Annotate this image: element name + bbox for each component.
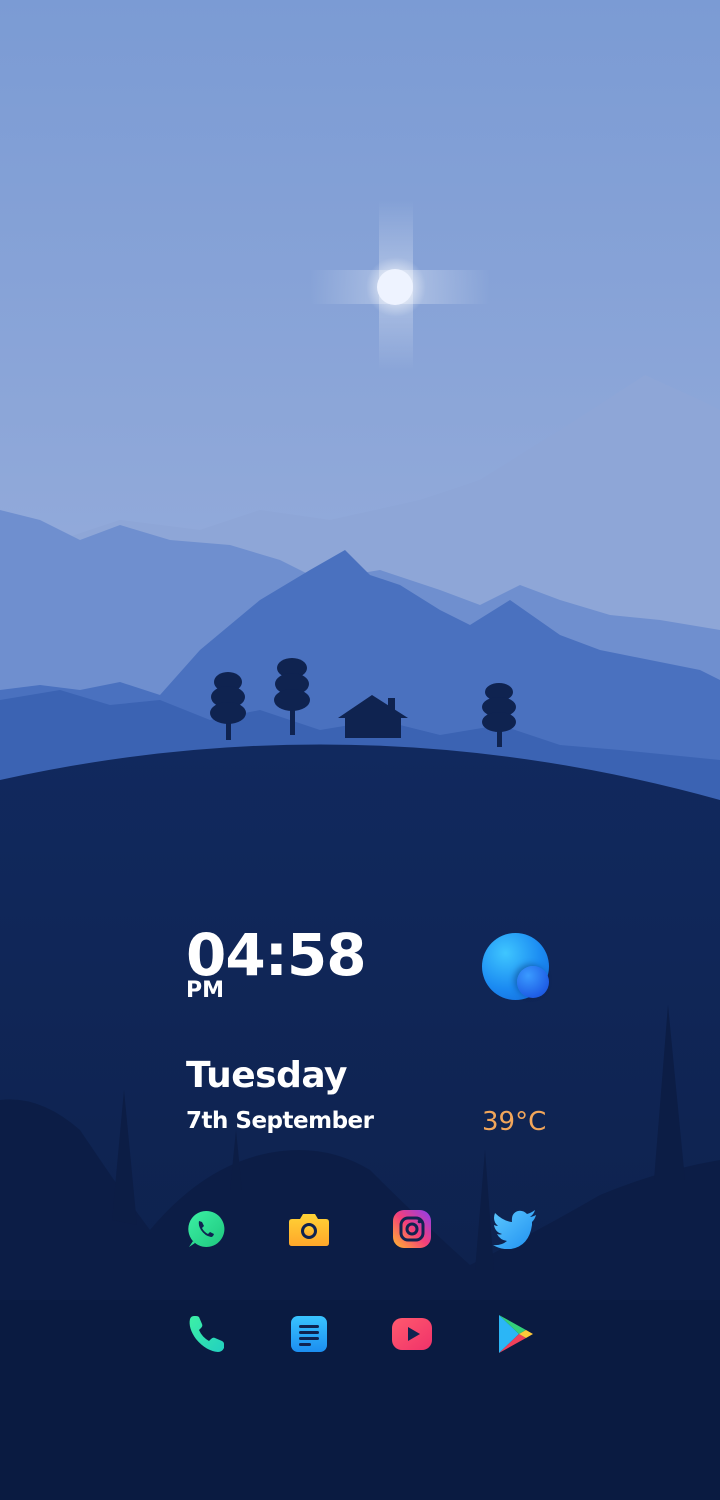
day-label: Tuesday — [186, 1055, 348, 1096]
whatsapp-button[interactable] — [182, 1205, 230, 1253]
play-store-button[interactable] — [491, 1310, 539, 1358]
document-icon — [291, 1316, 327, 1352]
youtube-icon — [392, 1318, 432, 1350]
play-store-icon — [499, 1315, 533, 1353]
twitter-icon — [493, 1210, 536, 1249]
temperature-label: 39°C — [482, 1107, 547, 1137]
clock-time: 04:58 — [186, 921, 367, 989]
lockscreen: 04:58 PM Tuesday 7th September 39°C — [0, 0, 720, 1500]
whatsapp-icon — [188, 1210, 225, 1247]
youtube-button[interactable] — [388, 1310, 436, 1358]
clock-ampm: PM — [186, 978, 225, 1003]
weather-orb-small-icon — [517, 966, 549, 998]
landscape-wallpaper — [0, 0, 720, 1500]
twitter-button[interactable] — [491, 1205, 539, 1253]
phone-icon — [189, 1316, 224, 1352]
phone-button[interactable] — [182, 1310, 230, 1358]
instagram-button[interactable] — [388, 1205, 436, 1253]
camera-button[interactable] — [285, 1205, 333, 1253]
date-label: 7th September — [186, 1108, 374, 1134]
docs-button[interactable] — [285, 1310, 333, 1358]
weather-widget[interactable] — [480, 930, 554, 1004]
camera-icon — [289, 1214, 329, 1246]
instagram-icon — [393, 1210, 431, 1248]
